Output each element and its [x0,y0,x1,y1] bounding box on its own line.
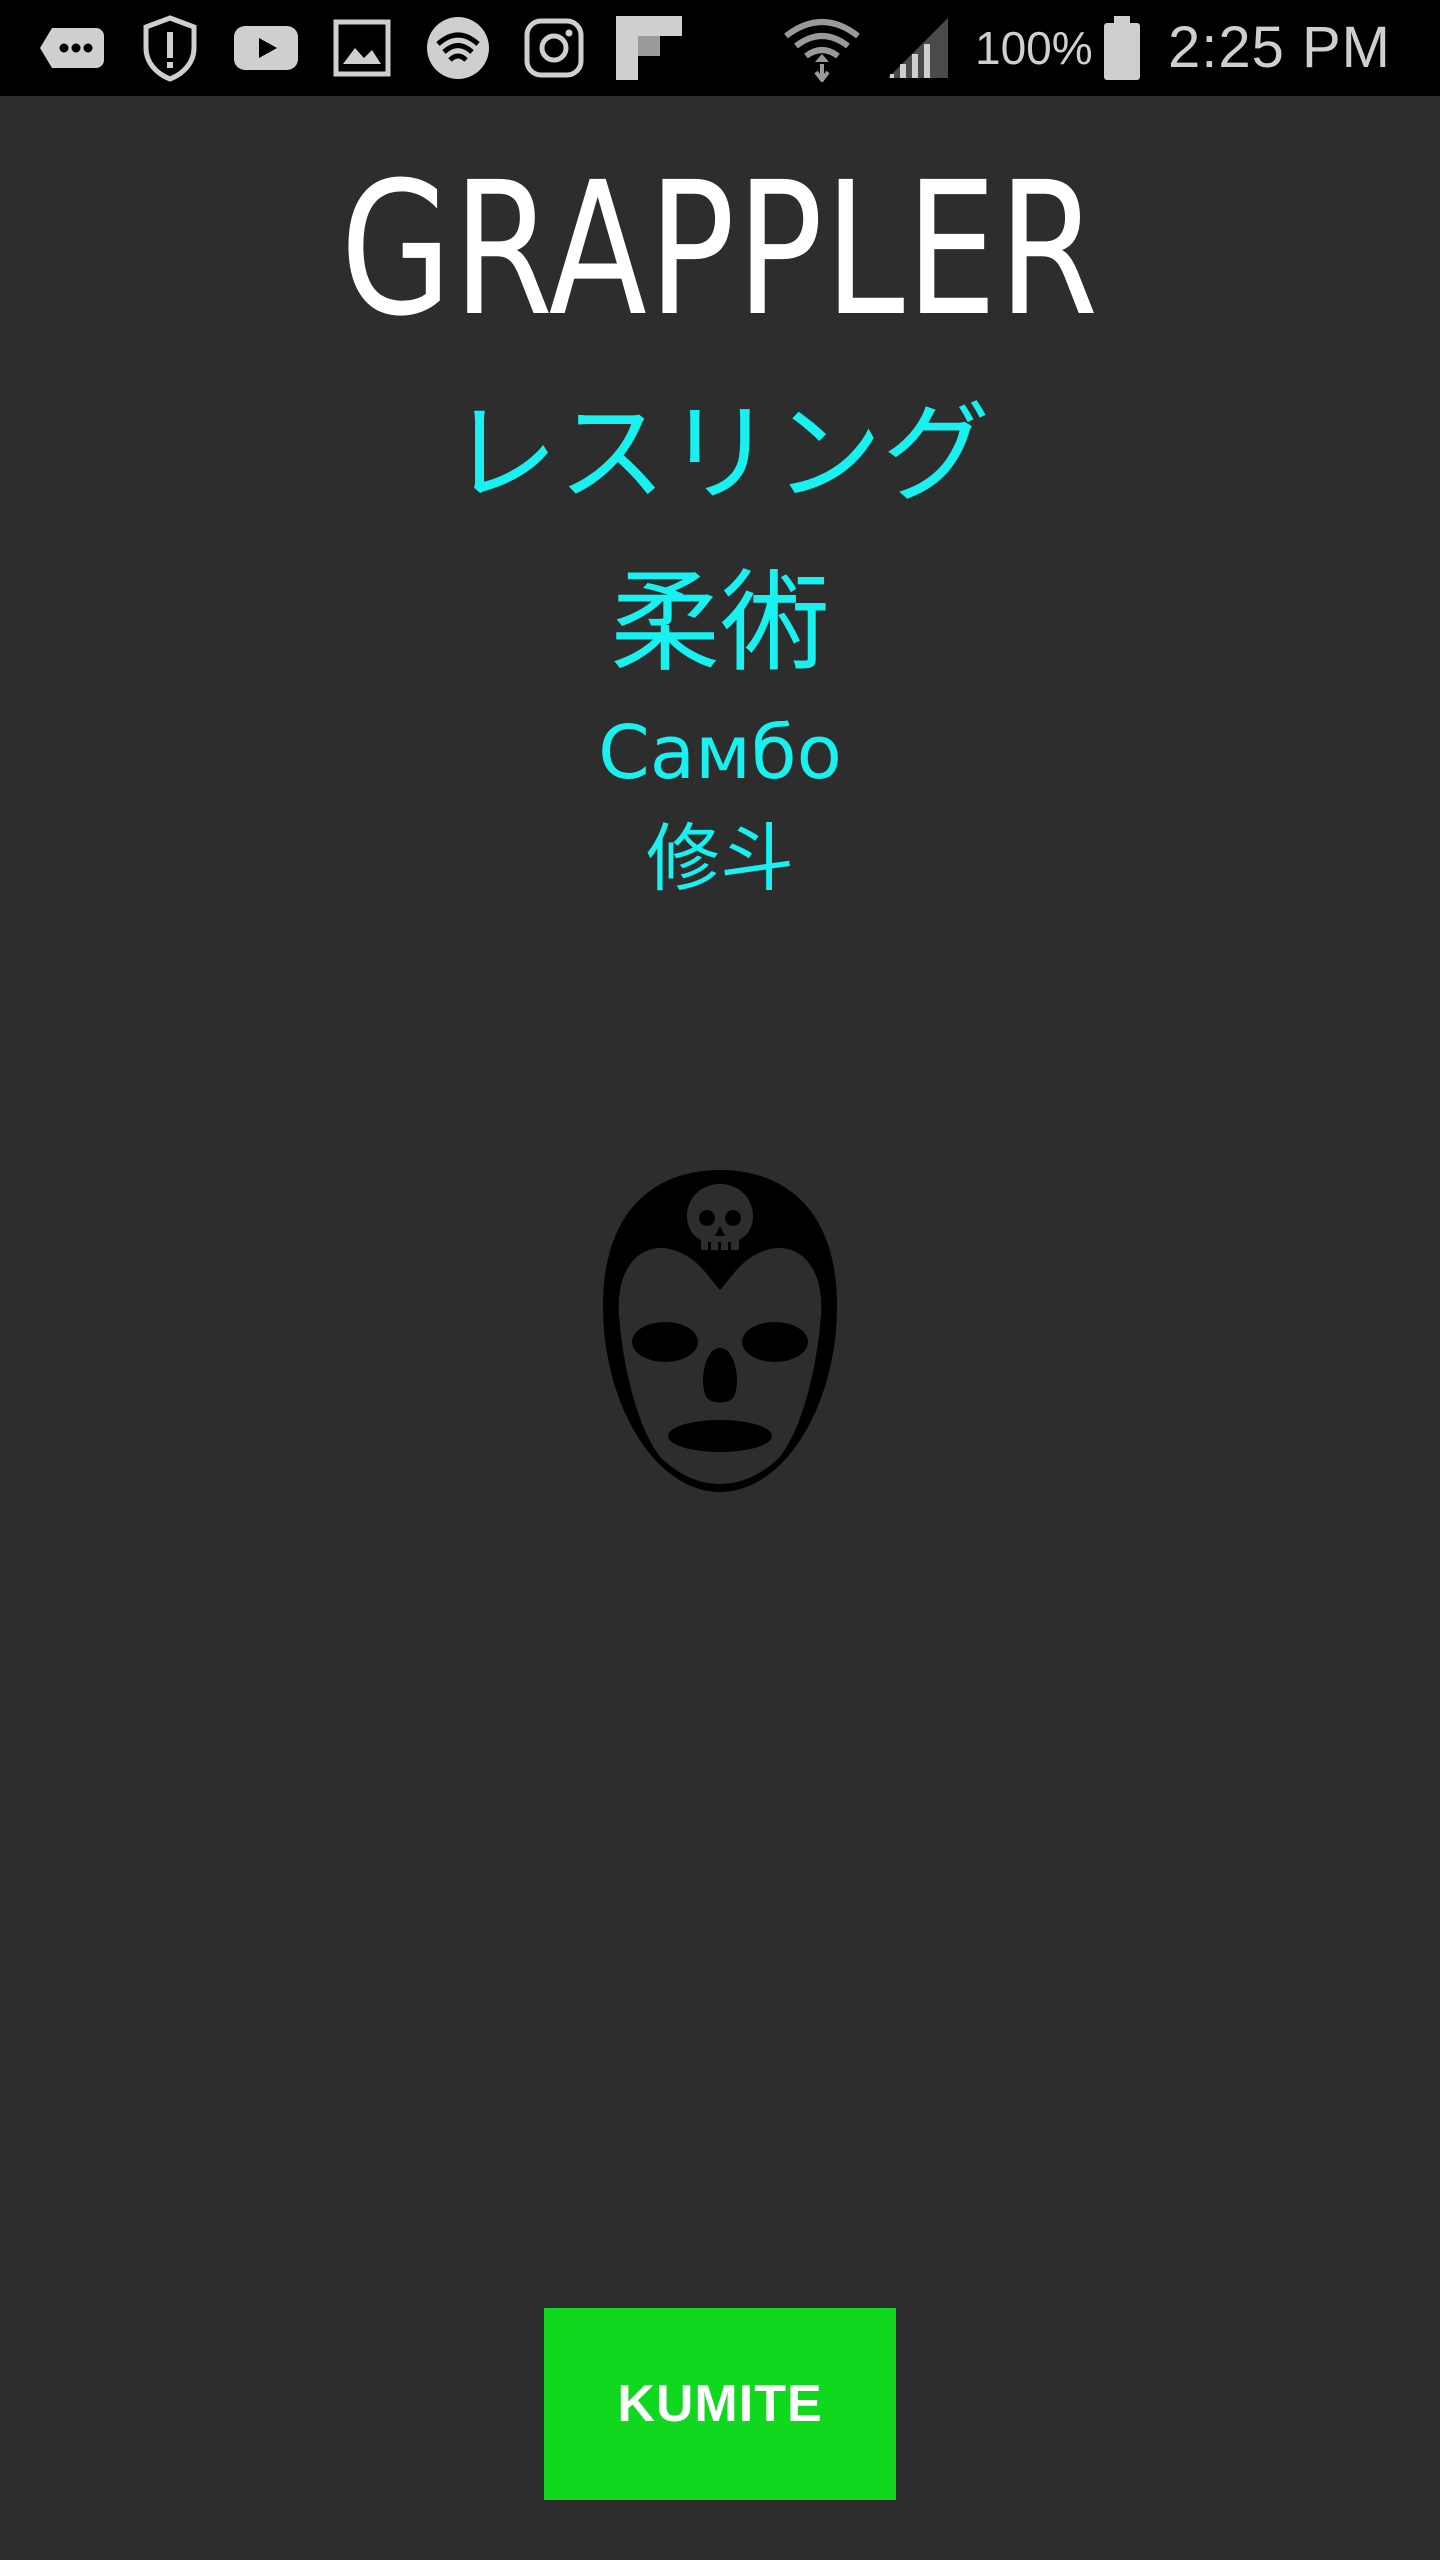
subtitle-sambo: Самбо [598,710,842,796]
subtitle-jujutsu: 柔術 [610,559,830,687]
luchador-mask-icon [603,1170,837,1492]
clock: 2:25 PM [1168,15,1391,80]
shield-alert-icon [143,15,197,82]
chat-bubble-icon [40,28,104,68]
subtitle-wrestling: レスリング [449,392,990,517]
wifi-signal-icon [784,19,860,82]
youtube-icon [234,26,298,70]
battery-icon [1104,16,1140,80]
gallery-icon [333,19,391,77]
status-bar: 100% 2:25 PM [0,0,1440,96]
subtitle-shooto: 修斗 [646,816,794,902]
wifi-app-icon [427,17,489,79]
cell-signal-icon [888,18,948,78]
app-title: GRAPPLER [340,143,1100,357]
instagram-icon [524,18,584,78]
battery-percent: 100% [975,22,1093,74]
kumite-button[interactable]: KUMITE [544,2308,896,2500]
flipboard-icon [616,16,682,80]
